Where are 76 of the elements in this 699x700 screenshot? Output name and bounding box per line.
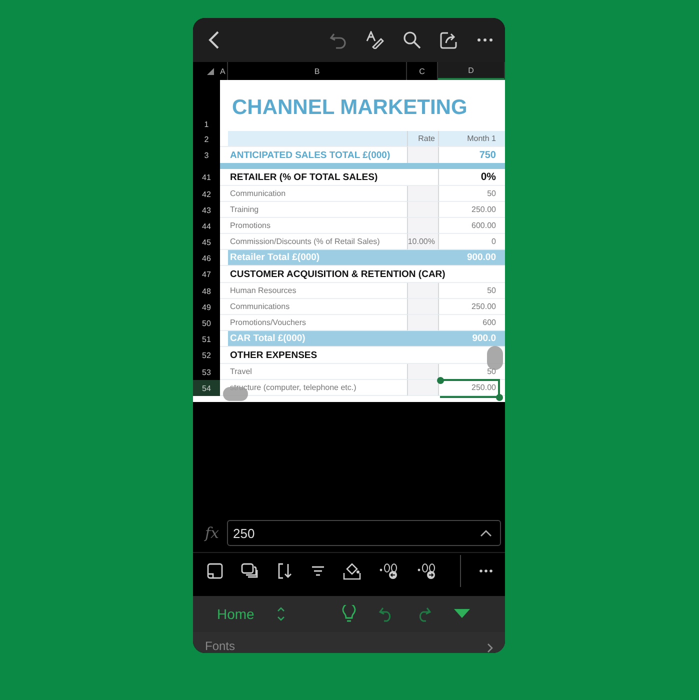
table-cell: Training [228,202,407,218]
row-header[interactable]: 50 [193,315,220,331]
row-header[interactable]: 48 [193,283,220,299]
column-header[interactable]: D [438,62,505,80]
table-cell: 900.00 [438,250,505,266]
share-icon[interactable] [440,31,458,49]
row-header[interactable]: 52 [193,347,220,364]
row-header[interactable]: 49 [193,299,220,315]
row-header[interactable]: 53 [193,364,220,380]
column-header[interactable]: A [220,62,228,80]
row-number: 1 [193,80,220,131]
collapse-icon[interactable] [454,609,470,619]
search-icon[interactable] [403,31,421,49]
table-cell: Communications [228,299,407,315]
row-header[interactable]: 45 [193,234,220,250]
table-cell-text: ANTICIPATED SALES TOTAL £(000) [229,148,392,162]
table-cell: 250.00 [438,202,505,218]
table-cell: 50 [438,283,505,299]
row-header[interactable]: 3 [193,147,220,163]
table-cell: 10.00% [407,234,438,250]
table-cell: 900.0 [438,331,505,347]
panel-label[interactable]: Fonts [205,639,236,653]
fill-color-icon[interactable] [343,562,361,580]
select-all-icon[interactable] [207,68,214,74]
table-cell [407,186,438,202]
column-header[interactable]: B [228,62,407,80]
row-header[interactable]: 51 [193,331,220,347]
sheet-title: CHANNEL MARKETING [232,96,468,120]
table-cell: 0% [438,169,505,186]
row-header[interactable]: 47 [193,266,220,283]
layers-icon[interactable] [241,563,259,579]
switch-icon[interactable] [276,605,286,623]
table-cell [407,315,438,331]
back-icon[interactable] [207,30,221,50]
row-header[interactable]: 42 [193,186,220,202]
table-cell: CAR Total £(000) [228,331,438,347]
table-cell [407,299,438,315]
table-cell [407,147,438,163]
row-header[interactable]: 2 [193,131,220,147]
increase-decimal-icon[interactable] [417,562,437,580]
pen-icon[interactable] [366,31,384,49]
table-cell [407,380,438,396]
row-header[interactable]: 43 [193,202,220,218]
table-cell [407,202,438,218]
cell-icon[interactable] [207,563,223,579]
table-cell: Retailer Total £(000) [228,250,438,266]
table-cell [407,218,438,234]
table-cell: 600.00 [438,218,505,234]
filter-icon[interactable] [311,565,325,577]
row-header[interactable]: 54 [193,380,220,396]
decrease-decimal-icon[interactable] [379,562,399,580]
scroll-handle[interactable] [487,346,503,370]
sort-icon[interactable] [277,563,293,579]
table-cell: Month 1 [438,131,505,147]
more-icon[interactable] [479,569,493,573]
row-header[interactable]: 46 [193,250,220,266]
table-cell: Human Resources [228,283,407,299]
table-cell [407,364,438,380]
undo-icon[interactable] [329,31,347,49]
more-icon[interactable] [477,38,493,42]
formula-field[interactable]: 250 [227,520,501,546]
row-header[interactable]: 41 [193,169,220,186]
caret-icon [480,530,492,536]
table-cell: Promotions [228,218,407,234]
table-cell: 50 [438,186,505,202]
row-header[interactable]: 44 [193,218,220,234]
table-cell: Communication [228,186,407,202]
function-label[interactable]: fx [205,524,220,542]
table-cell: Travel [228,364,407,380]
lightbulb-icon[interactable] [342,605,356,623]
table-cell: CUSTOMER ACQUISITION & RETENTION (CAR) [228,266,505,283]
chevron-right-icon[interactable] [487,643,493,653]
table-cell [407,283,438,299]
home-tab[interactable]: Home [217,606,254,622]
table-cell: Rate [407,131,438,147]
table-cell: 250.00 [438,299,505,315]
